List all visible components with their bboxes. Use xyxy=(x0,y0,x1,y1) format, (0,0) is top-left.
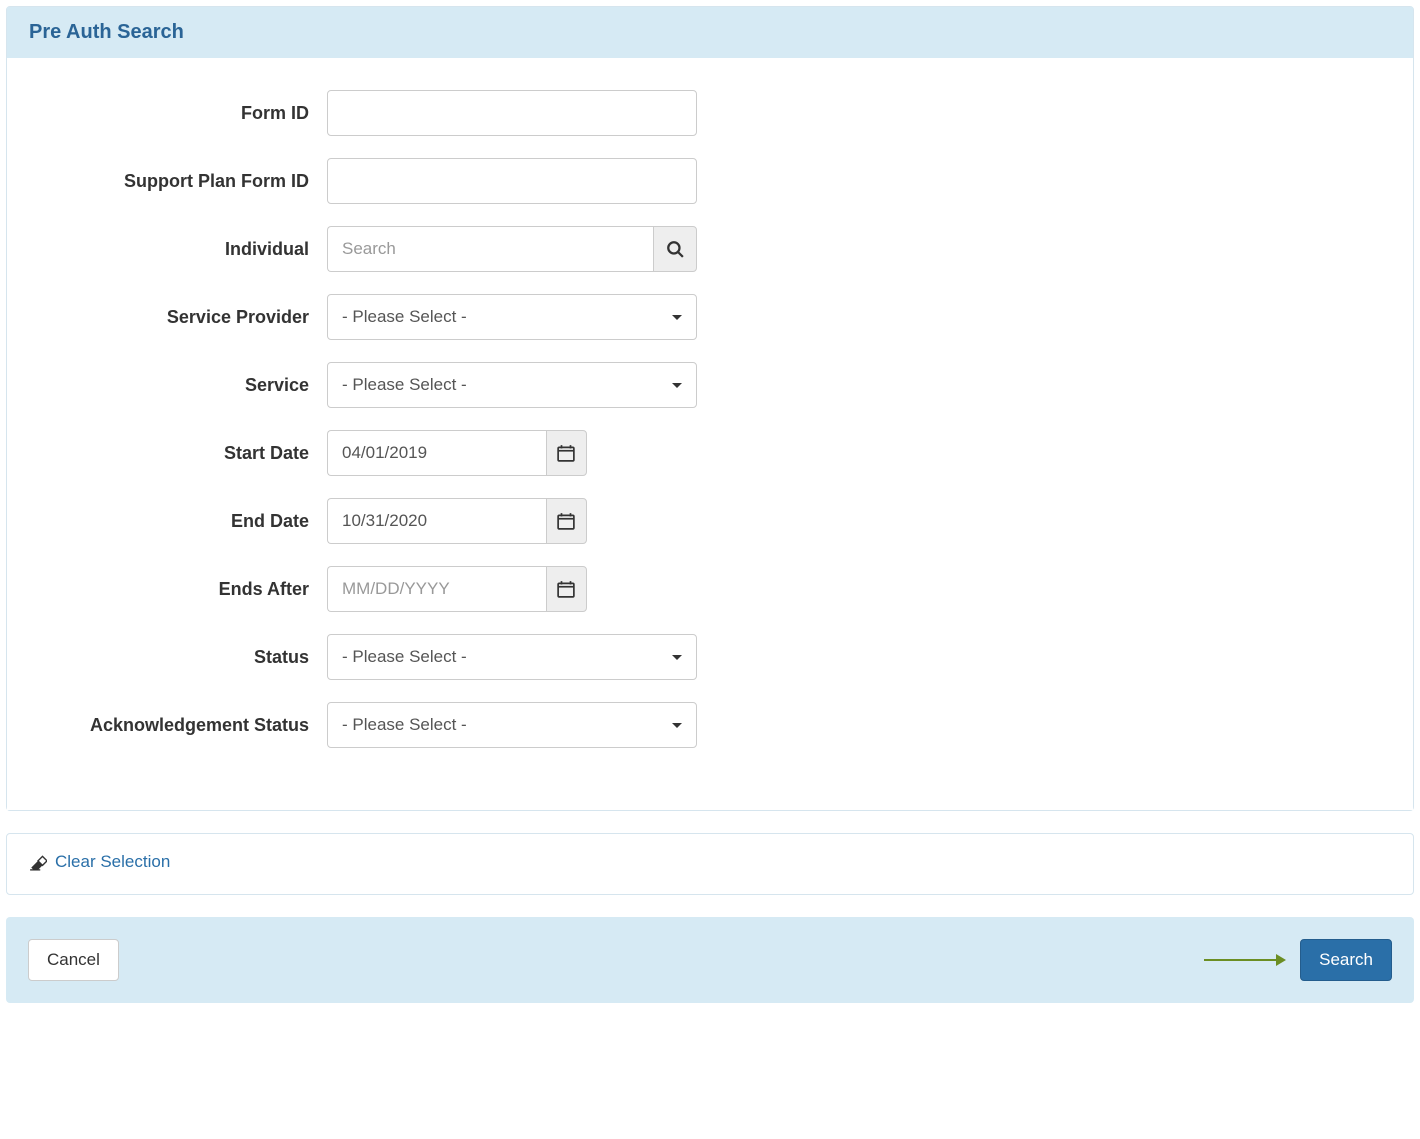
support-plan-form-id-input[interactable] xyxy=(327,158,697,204)
service-selected: - Please Select - xyxy=(342,375,467,395)
service-provider-select[interactable]: - Please Select - xyxy=(327,294,697,340)
service-provider-selected: - Please Select - xyxy=(342,307,467,327)
label-ack-status: Acknowledgement Status xyxy=(27,715,327,736)
start-date-input[interactable] xyxy=(327,430,546,476)
end-date-picker-button[interactable] xyxy=(546,498,587,544)
start-date-picker-button[interactable] xyxy=(546,430,587,476)
label-form-id: Form ID xyxy=(27,103,327,124)
clear-selection-link[interactable]: Clear Selection xyxy=(29,852,170,872)
label-support-plan-form-id: Support Plan Form ID xyxy=(27,171,327,192)
row-end-date: End Date xyxy=(27,498,1393,544)
label-service-provider: Service Provider xyxy=(27,307,327,328)
individual-search-button[interactable] xyxy=(653,226,697,272)
label-ends-after: Ends After xyxy=(27,579,327,600)
service-select[interactable]: - Please Select - xyxy=(327,362,697,408)
caret-down-icon xyxy=(672,315,682,320)
row-form-id: Form ID xyxy=(27,90,1393,136)
cancel-button[interactable]: Cancel xyxy=(28,939,119,981)
calendar-icon xyxy=(557,580,575,598)
label-status: Status xyxy=(27,647,327,668)
row-status: Status - Please Select - xyxy=(27,634,1393,680)
panel-body: Form ID Support Plan Form ID Individual xyxy=(7,58,1413,810)
caret-down-icon xyxy=(672,383,682,388)
form-id-input[interactable] xyxy=(327,90,697,136)
calendar-icon xyxy=(557,512,575,530)
calendar-icon xyxy=(557,444,575,462)
label-start-date: Start Date xyxy=(27,443,327,464)
row-service-provider: Service Provider - Please Select - xyxy=(27,294,1393,340)
label-service: Service xyxy=(27,375,327,396)
end-date-input[interactable] xyxy=(327,498,546,544)
clear-selection-label: Clear Selection xyxy=(55,852,170,872)
row-service: Service - Please Select - xyxy=(27,362,1393,408)
status-selected: - Please Select - xyxy=(342,647,467,667)
search-button[interactable]: Search xyxy=(1300,939,1392,981)
clear-selection-panel: Clear Selection xyxy=(6,833,1414,895)
search-panel: Pre Auth Search Form ID Support Plan For… xyxy=(6,6,1414,811)
label-end-date: End Date xyxy=(27,511,327,532)
arrow-annotation xyxy=(1204,954,1286,966)
ack-status-select[interactable]: - Please Select - xyxy=(327,702,697,748)
individual-search-input[interactable] xyxy=(327,226,653,272)
panel-title: Pre Auth Search xyxy=(7,7,1413,58)
footer-bar: Cancel Search xyxy=(6,917,1414,1003)
row-ack-status: Acknowledgement Status - Please Select - xyxy=(27,702,1393,748)
arrow-right-icon xyxy=(1276,954,1286,966)
row-individual: Individual xyxy=(27,226,1393,272)
row-start-date: Start Date xyxy=(27,430,1393,476)
ends-after-input[interactable] xyxy=(327,566,546,612)
row-support-plan-form-id: Support Plan Form ID xyxy=(27,158,1393,204)
caret-down-icon xyxy=(672,655,682,660)
eraser-icon xyxy=(29,853,47,871)
row-ends-after: Ends After xyxy=(27,566,1393,612)
ack-status-selected: - Please Select - xyxy=(342,715,467,735)
ends-after-picker-button[interactable] xyxy=(546,566,587,612)
status-select[interactable]: - Please Select - xyxy=(327,634,697,680)
search-icon xyxy=(666,240,684,258)
label-individual: Individual xyxy=(27,239,327,260)
caret-down-icon xyxy=(672,723,682,728)
arrow-line xyxy=(1204,959,1276,961)
